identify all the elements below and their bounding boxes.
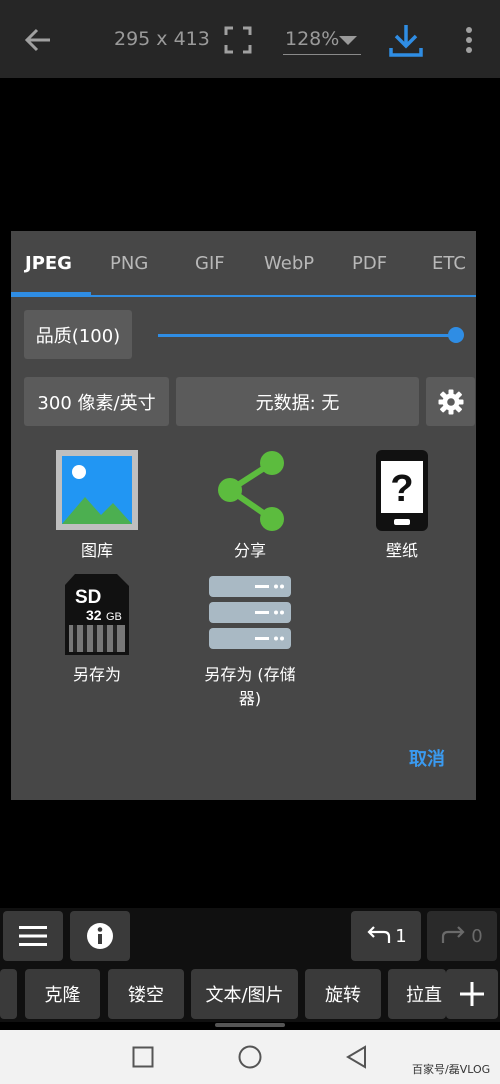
zoom-dropdown[interactable]: 128% xyxy=(283,26,361,55)
tool-straighten[interactable]: 拉直 xyxy=(388,969,446,1019)
more-options-icon[interactable] xyxy=(458,26,480,54)
save-as-label: 另存为 xyxy=(72,665,121,684)
chevron-down-icon xyxy=(339,36,357,45)
sd-card-text: SD xyxy=(75,587,101,608)
bottom-toolbar: 1 0 xyxy=(0,908,500,966)
share-label: 分享 xyxy=(233,541,266,560)
quality-slider-thumb[interactable] xyxy=(448,327,464,343)
settings-button[interactable] xyxy=(426,377,475,426)
sd-card-size: 32 xyxy=(86,607,102,623)
cancel-button[interactable]: 取消 xyxy=(409,745,445,771)
share-icon xyxy=(218,451,284,531)
format-tabs: JPEG PNG GIF WebP PDF ETC xyxy=(11,231,476,297)
info-button[interactable] xyxy=(70,911,130,961)
redo-button[interactable]: 0 xyxy=(427,911,497,961)
redo-icon xyxy=(442,926,465,943)
recents-icon[interactable] xyxy=(132,1046,154,1068)
save-as-target[interactable]: SD 32 GB 另存为 xyxy=(46,573,148,685)
tab-pdf[interactable]: PDF xyxy=(352,253,387,274)
scroll-handle xyxy=(215,1023,285,1027)
undo-count: 1 xyxy=(395,925,407,947)
menu-button[interactable] xyxy=(3,911,63,961)
share-target[interactable]: 分享 xyxy=(199,449,301,561)
tab-png[interactable]: PNG xyxy=(110,253,148,274)
tool-rotate[interactable]: 旋转 xyxy=(305,969,381,1019)
tools-toolbar: 克隆 镂空 文本/图片 旋转 拉直 xyxy=(0,966,500,1022)
tool-previous-partial[interactable] xyxy=(0,969,17,1019)
add-tool-button[interactable] xyxy=(446,969,498,1019)
wallpaper-label: 壁纸 xyxy=(385,541,418,560)
image-dimensions: 295 x 413 xyxy=(114,28,210,50)
quality-slider-track[interactable] xyxy=(158,334,456,337)
tab-gif[interactable]: GIF xyxy=(195,253,225,274)
plus-icon xyxy=(460,982,484,1006)
watermark: 百家号/磊VLOG xyxy=(412,1063,491,1076)
tab-jpeg[interactable]: JPEG xyxy=(25,253,72,274)
tool-clone[interactable]: 克隆 xyxy=(25,969,100,1019)
tool-cutout[interactable]: 镂空 xyxy=(108,969,184,1019)
home-icon[interactable] xyxy=(238,1045,262,1069)
tab-webp[interactable]: WebP xyxy=(264,253,314,274)
gallery-icon xyxy=(56,450,138,530)
storage-icon xyxy=(209,576,291,649)
wallpaper-glyph: ? xyxy=(390,468,413,510)
save-as-storage-target[interactable]: 另存为 (存储器) xyxy=(199,573,301,709)
quality-button[interactable]: 品质(100) xyxy=(24,310,132,359)
active-tab-indicator xyxy=(11,292,91,296)
tool-text-image[interactable]: 文本/图片 xyxy=(191,969,298,1019)
gear-icon xyxy=(438,389,463,414)
gallery-target[interactable]: 图库 xyxy=(46,449,148,561)
metadata-button[interactable]: 元数据: 无 xyxy=(176,377,419,426)
wallpaper-icon: ? xyxy=(376,450,428,531)
gallery-label: 图库 xyxy=(80,541,113,560)
download-icon[interactable] xyxy=(388,22,424,58)
tab-etc[interactable]: ETC xyxy=(432,253,466,274)
sd-card-unit: GB xyxy=(106,611,122,623)
save-as-storage-label: 另存为 (存储器) xyxy=(204,665,296,708)
redo-count: 0 xyxy=(471,925,483,947)
save-dialog: JPEG PNG GIF WebP PDF ETC 品质(100) 300 像素… xyxy=(11,231,476,800)
zoom-value: 128% xyxy=(285,28,340,50)
undo-button[interactable]: 1 xyxy=(351,911,421,961)
back-triangle-icon[interactable] xyxy=(345,1045,367,1069)
fullscreen-icon[interactable] xyxy=(224,26,252,54)
wallpaper-target[interactable]: ? 壁纸 xyxy=(351,449,453,561)
dpi-button[interactable]: 300 像素/英寸 xyxy=(24,377,169,426)
back-arrow-icon[interactable] xyxy=(22,24,54,56)
hamburger-menu-icon xyxy=(19,926,47,946)
top-bar: 295 x 413 128% xyxy=(0,0,500,78)
info-icon xyxy=(87,923,113,949)
undo-icon xyxy=(367,926,391,943)
sd-card-icon: SD 32 GB xyxy=(65,574,129,655)
